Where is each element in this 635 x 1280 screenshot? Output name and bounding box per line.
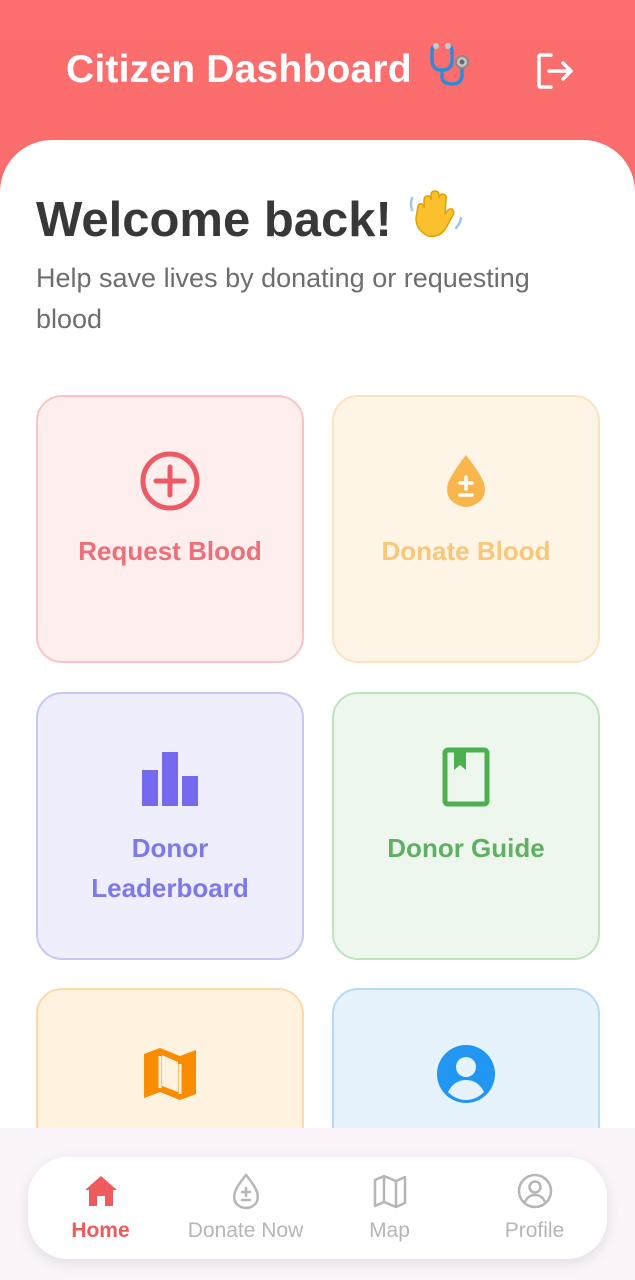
nav-label-profile: Profile bbox=[504, 1219, 565, 1242]
stethoscope-icon bbox=[424, 40, 474, 100]
bottom-nav: Home Donate Now Map Profile bbox=[28, 1157, 607, 1259]
welcome-heading-wrap: Welcome back! bbox=[36, 184, 466, 256]
waving-hand-icon bbox=[406, 184, 466, 256]
page-title: Citizen Dashboard bbox=[66, 48, 412, 91]
nav-item-profile[interactable]: Profile bbox=[462, 1157, 607, 1259]
welcome-subtitle: Help save lives by donating or requestin… bbox=[36, 263, 530, 334]
plus-circle-icon bbox=[138, 449, 202, 513]
home-icon bbox=[81, 1171, 121, 1211]
donor-guide-card[interactable]: Donor Guide bbox=[332, 692, 600, 960]
logout-icon bbox=[537, 53, 573, 89]
blood-drop-outline-icon bbox=[226, 1171, 266, 1211]
book-icon bbox=[434, 746, 498, 810]
card-label: Donor Leaderboard bbox=[91, 833, 249, 903]
card-label: Request Blood bbox=[78, 536, 262, 566]
card-label: Donor Guide bbox=[387, 833, 545, 863]
nav-label-home: Home bbox=[71, 1219, 130, 1242]
page-title-wrap: Citizen Dashboard bbox=[66, 43, 474, 96]
nav-item-map[interactable]: Map bbox=[317, 1157, 462, 1259]
donate-blood-card[interactable]: Donate Blood bbox=[332, 395, 600, 663]
map-icon bbox=[138, 1042, 202, 1106]
donor-leaderboard-card[interactable]: Donor Leaderboard bbox=[36, 692, 304, 960]
nav-item-donate-now[interactable]: Donate Now bbox=[173, 1157, 318, 1259]
nav-label-donate-now: Donate Now bbox=[187, 1219, 304, 1242]
profile-outline-icon bbox=[515, 1171, 555, 1211]
nav-item-home[interactable]: Home bbox=[28, 1157, 173, 1259]
account-circle-icon bbox=[434, 1042, 498, 1106]
bar-chart-icon bbox=[138, 746, 202, 810]
blood-drop-icon bbox=[434, 449, 498, 513]
nav-label-map: Map bbox=[369, 1219, 410, 1242]
card-label: Donate Blood bbox=[381, 536, 551, 566]
request-blood-card[interactable]: Request Blood bbox=[36, 395, 304, 663]
logout-button[interactable] bbox=[530, 46, 580, 96]
map-outline-icon bbox=[370, 1171, 410, 1211]
welcome-heading: Welcome back! bbox=[36, 193, 392, 247]
main-content: Welcome back! Help save lives by donatin… bbox=[0, 140, 635, 1280]
